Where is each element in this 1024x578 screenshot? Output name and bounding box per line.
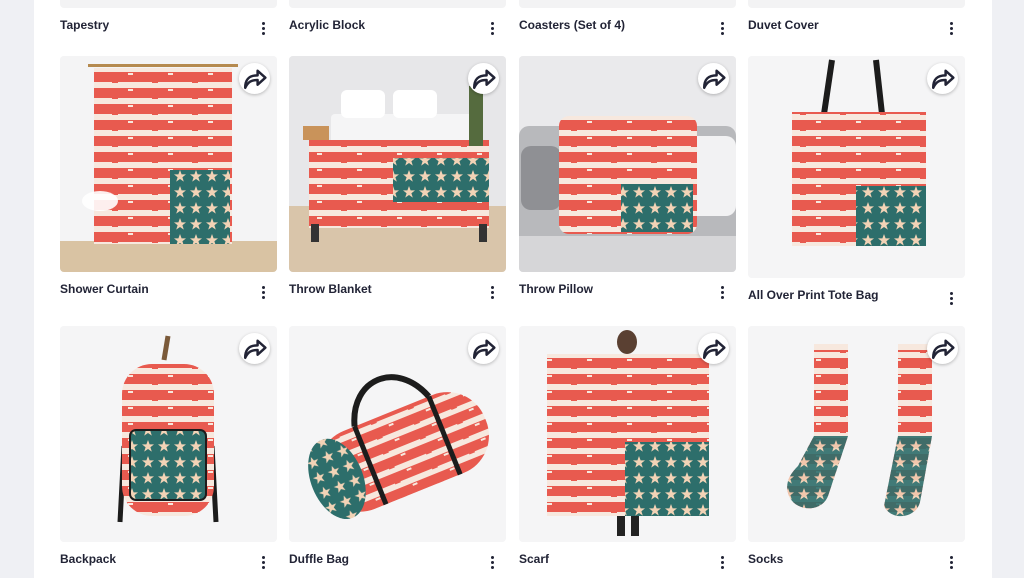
share-button[interactable] [698,333,729,364]
product-image-throw-blanket[interactable] [289,56,506,272]
more-options-icon[interactable] [255,18,271,38]
product-image-duvet-cover[interactable] [748,0,965,8]
more-options-icon[interactable] [484,552,500,572]
product-card-socks[interactable]: Socks [748,326,965,576]
share-button[interactable] [239,333,270,364]
more-options-icon[interactable] [484,18,500,38]
product-card-tote-bag[interactable]: All Over Print Tote Bag [748,56,965,312]
share-arrow-icon [468,333,499,364]
more-options-icon[interactable] [255,282,271,302]
share-button[interactable] [698,63,729,94]
share-button[interactable] [468,333,499,364]
product-image-duffle-bag[interactable] [289,326,506,542]
more-options-icon[interactable] [255,552,271,572]
product-card-scarf[interactable]: Scarf [519,326,736,576]
product-image-throw-pillow[interactable] [519,56,736,272]
more-options-icon[interactable] [943,288,959,308]
product-card-coasters[interactable]: Coasters (Set of 4) [519,0,736,40]
share-button[interactable] [468,63,499,94]
product-title[interactable]: Duvet Cover [748,18,819,32]
product-title[interactable]: Shower Curtain [60,282,149,296]
product-image-backpack[interactable] [60,326,277,542]
product-image-tapestry[interactable] [60,0,277,8]
share-arrow-icon [698,63,729,94]
product-title[interactable]: Scarf [519,552,549,566]
share-button[interactable] [927,63,958,94]
share-button[interactable] [927,333,958,364]
more-options-icon[interactable] [714,552,730,572]
share-arrow-icon [468,63,499,94]
product-title[interactable]: Throw Blanket [289,282,372,296]
product-grid-panel: Tapestry Acrylic Block Coasters (Set of … [34,0,992,578]
product-card-throw-blanket[interactable]: Throw Blanket [289,56,506,306]
more-options-icon[interactable] [714,282,730,302]
product-image-scarf[interactable] [519,326,736,542]
product-title[interactable]: All Over Print Tote Bag [748,288,878,302]
product-card-backpack[interactable]: Backpack [60,326,277,576]
share-arrow-icon [927,333,958,364]
product-title[interactable]: Tapestry [60,18,109,32]
share-arrow-icon [239,63,270,94]
share-arrow-icon [239,333,270,364]
product-image-socks[interactable] [748,326,965,542]
product-title[interactable]: Acrylic Block [289,18,365,32]
product-card-shower-curtain[interactable]: Shower Curtain [60,56,277,306]
more-options-icon[interactable] [714,18,730,38]
product-title[interactable]: Duffle Bag [289,552,349,566]
more-options-icon[interactable] [943,18,959,38]
more-options-icon[interactable] [943,552,959,572]
share-arrow-icon [927,63,958,94]
product-card-acrylic-block[interactable]: Acrylic Block [289,0,506,40]
product-title[interactable]: Backpack [60,552,116,566]
product-title[interactable]: Throw Pillow [519,282,593,296]
share-arrow-icon [698,333,729,364]
product-image-tote-bag[interactable] [748,56,965,278]
product-card-duvet-cover[interactable]: Duvet Cover [748,0,965,40]
product-image-shower-curtain[interactable] [60,56,277,272]
product-title[interactable]: Coasters (Set of 4) [519,18,625,32]
product-card-duffle-bag[interactable]: Duffle Bag [289,326,506,576]
share-button[interactable] [239,63,270,94]
product-image-coasters[interactable] [519,0,736,8]
product-title[interactable]: Socks [748,552,783,566]
product-image-acrylic-block[interactable] [289,0,506,8]
more-options-icon[interactable] [484,282,500,302]
product-card-throw-pillow[interactable]: Throw Pillow [519,56,736,306]
product-card-tapestry[interactable]: Tapestry [60,0,277,40]
